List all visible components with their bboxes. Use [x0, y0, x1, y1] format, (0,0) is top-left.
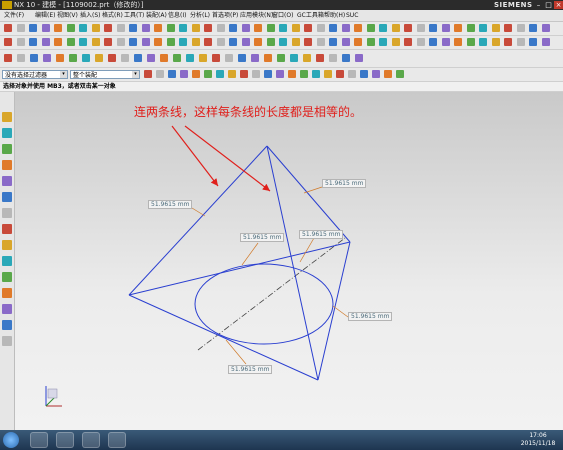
taskbar-clock[interactable]: 17:06 2015/11/18 — [519, 432, 557, 448]
sketch-line[interactable] — [128, 294, 319, 381]
clock-date: 2015/11/18 — [520, 440, 556, 447]
dimension-leader — [303, 186, 323, 194]
dimension-label[interactable]: 51.9615 mm — [348, 312, 393, 321]
sketch-ellipse[interactable] — [194, 263, 334, 345]
dimension-leader — [241, 242, 259, 266]
taskbar-nx-button[interactable] — [82, 432, 100, 448]
clock-time: 17:06 — [529, 432, 547, 439]
dimension-leader — [299, 237, 315, 263]
dimension-leader — [191, 207, 206, 217]
taskbar-app-button[interactable] — [108, 432, 126, 448]
dimension-label[interactable]: 51.9615 mm — [240, 233, 285, 242]
annotation-arrow — [184, 125, 271, 192]
centerline — [197, 237, 346, 351]
sketch-canvas — [45, 125, 351, 407]
annotation-arrow — [171, 125, 219, 187]
sketch-line[interactable] — [317, 241, 351, 381]
taskbar-folder-button[interactable] — [56, 432, 74, 448]
annotation-text: 连两条线，这样每条线的长度都是相等的。 — [134, 105, 363, 119]
taskbar-app-button[interactable] — [30, 432, 48, 448]
wcs-triad-icon — [45, 386, 62, 407]
sketch-line[interactable] — [128, 241, 351, 296]
windows-taskbar — [0, 430, 563, 450]
sketch-line[interactable] — [266, 145, 351, 243]
dimension-label[interactable]: 51.9615 mm — [148, 200, 193, 209]
dimension-label[interactable]: 51.9615 mm — [299, 230, 344, 239]
sketch-line[interactable] — [128, 145, 268, 296]
dimension-leader — [332, 305, 349, 318]
dimension-label[interactable]: 51.9615 mm — [228, 365, 273, 374]
sketch-line[interactable] — [266, 145, 319, 381]
dimension-label[interactable]: 51.9615 mm — [322, 179, 367, 188]
start-button[interactable] — [3, 432, 19, 448]
